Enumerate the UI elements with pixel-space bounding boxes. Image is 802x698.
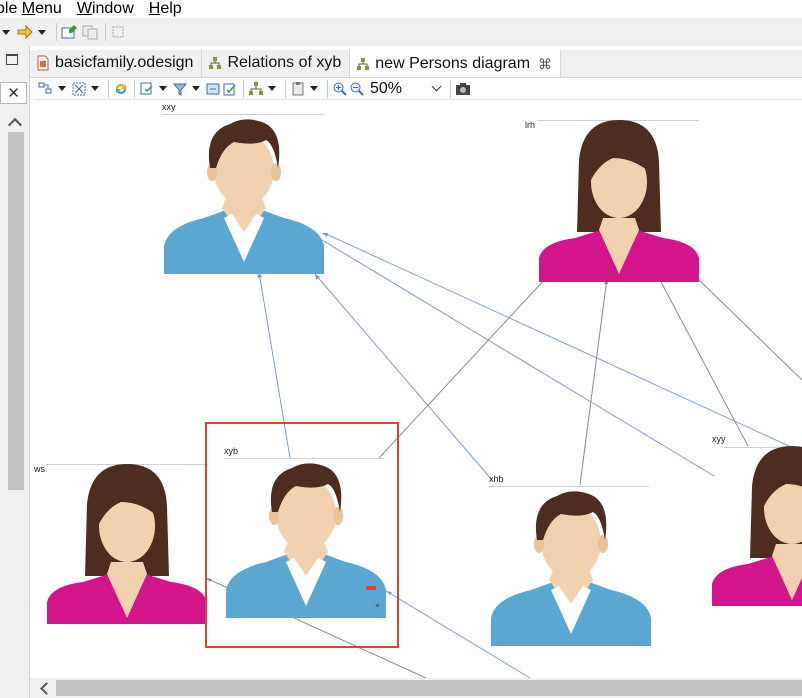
left-view-panel: ✕ [0,46,30,698]
zoom-level-value: 50% [370,79,403,97]
toolbar-separator [243,79,244,98]
toolbar-separator [327,79,328,98]
tab-close-icon[interactable]: ⌘ [538,56,552,73]
pin-dropdown-icon[interactable] [310,86,318,91]
camera-icon[interactable] [455,81,471,97]
toolbar-separator [108,79,109,98]
select-all-icon[interactable] [71,81,87,97]
arrange-icon[interactable] [38,81,54,97]
diagram-canvas[interactable]: xxy lrh ws xyb xhb xyy [34,100,802,678]
horizontal-scrollbar[interactable] [30,678,802,698]
person-node-xyy[interactable]: xyy [712,434,802,606]
tab-basicfamily-odesign[interactable]: basicfamily.odesign [30,49,203,77]
editor-tab-bar: basicfamily.odesign Relations of xyb new… [30,49,802,78]
tab-relations-of-xyb[interactable]: Relations of xyb [202,49,351,77]
validate-icon[interactable] [222,81,238,97]
scroll-up-icon[interactable] [7,117,23,133]
selection-highlight [205,422,399,648]
female-person-icon [47,464,207,624]
scroll-thumb[interactable] [8,132,24,490]
zoom-out-icon[interactable] [349,81,365,97]
filter-icon[interactable] [139,81,155,97]
copy-disabled-icon[interactable] [81,23,99,41]
person-node-lrh[interactable]: lrh [525,120,699,282]
layers-dropdown-icon[interactable] [192,86,200,91]
zoom-level-combo[interactable]: 50% [370,79,446,99]
tab-label: Relations of xyb [227,54,342,71]
node-label: xhb [489,474,504,484]
tab-new-persons-diagram[interactable]: new Persons diagram ⌘ [350,49,562,77]
toolbar-separator [285,79,286,98]
person-node-ws[interactable]: ws [34,464,208,626]
pin-icon[interactable] [290,81,306,97]
zoom-in-icon[interactable] [332,81,348,97]
arrange-dropdown-icon[interactable] [58,86,66,91]
toolbar-separator [450,79,451,98]
layers-icon[interactable] [172,81,188,97]
chevron-down-icon[interactable] [431,81,442,91]
tab-label: new Persons diagram [375,55,531,72]
minimize-icon[interactable] [6,54,18,65]
select-disabled-icon[interactable] [110,23,128,41]
node-label: lrh [525,120,536,130]
forward-dropdown-icon[interactable] [38,29,46,35]
close-icon[interactable]: ✕ [0,82,27,104]
filter-dropdown-icon[interactable] [159,86,167,91]
select-dropdown-icon[interactable] [91,86,99,91]
person-node-xhb[interactable]: xhb [489,474,651,646]
main-toolbar [0,18,802,46]
tab-label: basicfamily.odesign [55,54,194,71]
node-label: ws [34,464,45,474]
diagram-toolbar: 50% [34,78,802,100]
diagram-icon [356,57,370,71]
layout-icon[interactable] [248,81,264,97]
toolbar-separator [56,23,57,41]
menu-window[interactable]: Window [77,0,134,18]
forward-arrow-icon[interactable] [16,23,34,41]
export-icon[interactable] [205,81,221,97]
menu-bar: ole Menu Window Help [0,0,802,18]
odesign-file-icon [36,55,50,71]
edge-xyb-lrh [378,277,547,459]
layout-dropdown-icon[interactable] [268,86,276,91]
female-person-icon [712,446,802,606]
edge-xhb-lrh [579,277,608,486]
edge-xyy-lrh-1 [659,279,749,447]
refresh-icon[interactable] [113,81,129,97]
menu-help[interactable]: Help [149,0,182,18]
scroll-left-icon[interactable] [40,682,53,695]
male-person-icon [491,491,651,646]
node-label: xxy [162,102,176,112]
male-person-icon [164,119,324,274]
person-node-xxy[interactable]: xxy [162,102,324,274]
scroll-thumb[interactable] [56,680,802,696]
menu-console[interactable]: ole Menu [0,0,62,18]
female-person-icon [539,120,699,282]
toolbar-separator [134,79,135,98]
new-diagram-icon[interactable] [61,23,79,41]
edge-xyy-lrh-2 [696,277,802,381]
toolbar-separator [105,23,106,41]
vertical-scrollbar[interactable] [6,114,26,698]
diagram-icon [208,56,222,70]
dropdown-arrow-icon[interactable] [2,29,10,35]
